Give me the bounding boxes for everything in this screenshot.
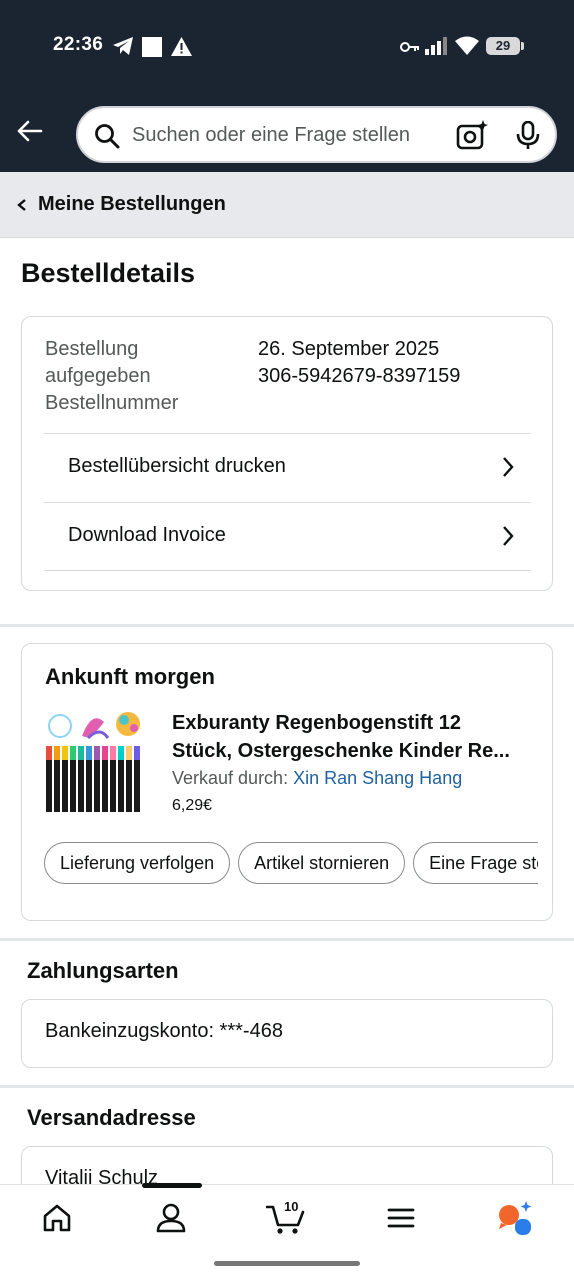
- chevron-right-icon: [501, 456, 515, 483]
- chevron-right-icon: [501, 525, 515, 552]
- signal-icon: [425, 37, 449, 60]
- cart-icon[interactable]: 10: [265, 1199, 310, 1237]
- key-icon: [400, 40, 420, 58]
- download-invoice-link[interactable]: Download Invoice: [44, 502, 531, 570]
- account-icon[interactable]: [154, 1201, 194, 1237]
- address-section-title: Versandadresse: [27, 1105, 196, 1130]
- warning-icon: [171, 37, 192, 61]
- order-number-label: Bestellnummer: [45, 392, 179, 414]
- menu-icon[interactable]: [384, 1201, 424, 1237]
- status-bar: 22:36 29: [0, 30, 574, 64]
- breadcrumb[interactable]: Meine Bestellungen: [0, 172, 574, 238]
- payment-method: Bankeinzugskonto: ***-468: [45, 1020, 283, 1042]
- cancel-item-button[interactable]: Artikel stornieren: [238, 842, 406, 884]
- section-divider: [0, 938, 574, 941]
- shipment-card: Ankunft morgen Exburanty Regenbogenstift…: [21, 643, 553, 921]
- divider: [44, 570, 531, 571]
- product-title-line-1: Exburanty Regenbogenstift 12: [172, 712, 461, 734]
- page-title: Bestelldetails: [21, 258, 196, 288]
- payment-card: Bankeinzugskonto: ***-468: [21, 999, 553, 1068]
- search-bar[interactable]: [76, 106, 557, 163]
- breadcrumb-label[interactable]: Meine Bestellungen: [38, 193, 226, 216]
- seller-info: Verkauf durch: Xin Ran Shang Hang: [172, 768, 462, 789]
- shipment-status: Ankunft morgen: [45, 664, 215, 689]
- track-package-button[interactable]: Lieferung verfolgen: [44, 842, 231, 884]
- gesture-bar: [214, 1261, 360, 1266]
- shipment-actions: Lieferung verfolgen Artikel stornieren Ein…: [44, 842, 538, 888]
- battery-indicator: 29: [486, 37, 524, 55]
- print-summary-label: Bestellübersicht drucken: [68, 455, 286, 477]
- search-icon: [94, 123, 120, 154]
- microphone-icon[interactable]: [516, 120, 540, 156]
- order-values: 26. September 2025 306-5942679-8397159: [258, 336, 460, 390]
- product-title[interactable]: Exburanty Regenbogenstift 12 Stück, Oste…: [172, 709, 536, 765]
- product-title-line-2: Stück, Ostergeschenke Kinder Re...: [172, 740, 510, 762]
- square-icon: [142, 37, 162, 62]
- seller-link[interactable]: Xin Ran Shang Hang: [293, 768, 462, 788]
- ask-question-button[interactable]: Eine Frage stellen: [413, 842, 538, 884]
- order-placed-label-1: Bestellung: [45, 338, 139, 360]
- order-placed-label-2: aufgegeben: [45, 365, 151, 387]
- section-divider: [0, 1085, 574, 1088]
- back-arrow-icon[interactable]: [14, 116, 46, 148]
- active-tab-indicator: [142, 1183, 202, 1188]
- telegram-icon: [112, 36, 134, 61]
- order-info-card: Bestellung aufgegeben Bestellnummer 26. …: [21, 316, 553, 591]
- print-summary-link[interactable]: Bestellübersicht drucken: [44, 433, 531, 501]
- product-image[interactable]: [44, 708, 148, 814]
- status-time: 22:36: [53, 34, 104, 55]
- cart-count: 10: [284, 1199, 299, 1214]
- product-price: 6,29€: [172, 797, 213, 814]
- download-invoice-label: Download Invoice: [68, 524, 226, 546]
- assistant-icon[interactable]: [496, 1201, 536, 1237]
- camera-search-icon[interactable]: [456, 120, 488, 155]
- payment-section-title: Zahlungsarten: [27, 958, 179, 983]
- section-divider: [0, 624, 574, 627]
- search-input[interactable]: [132, 120, 452, 150]
- order-date: 26. September 2025: [258, 338, 440, 360]
- order-labels: Bestellung aufgegeben Bestellnummer: [45, 336, 235, 417]
- app-header: 22:36 29: [0, 0, 574, 172]
- bottom-nav: 10: [0, 1183, 574, 1280]
- home-icon[interactable]: [40, 1201, 80, 1237]
- order-number: 306-5942679-8397159: [258, 365, 461, 387]
- wifi-icon: [455, 36, 479, 61]
- seller-prefix: Verkauf durch:: [172, 768, 289, 788]
- chevron-left-icon: [16, 198, 28, 217]
